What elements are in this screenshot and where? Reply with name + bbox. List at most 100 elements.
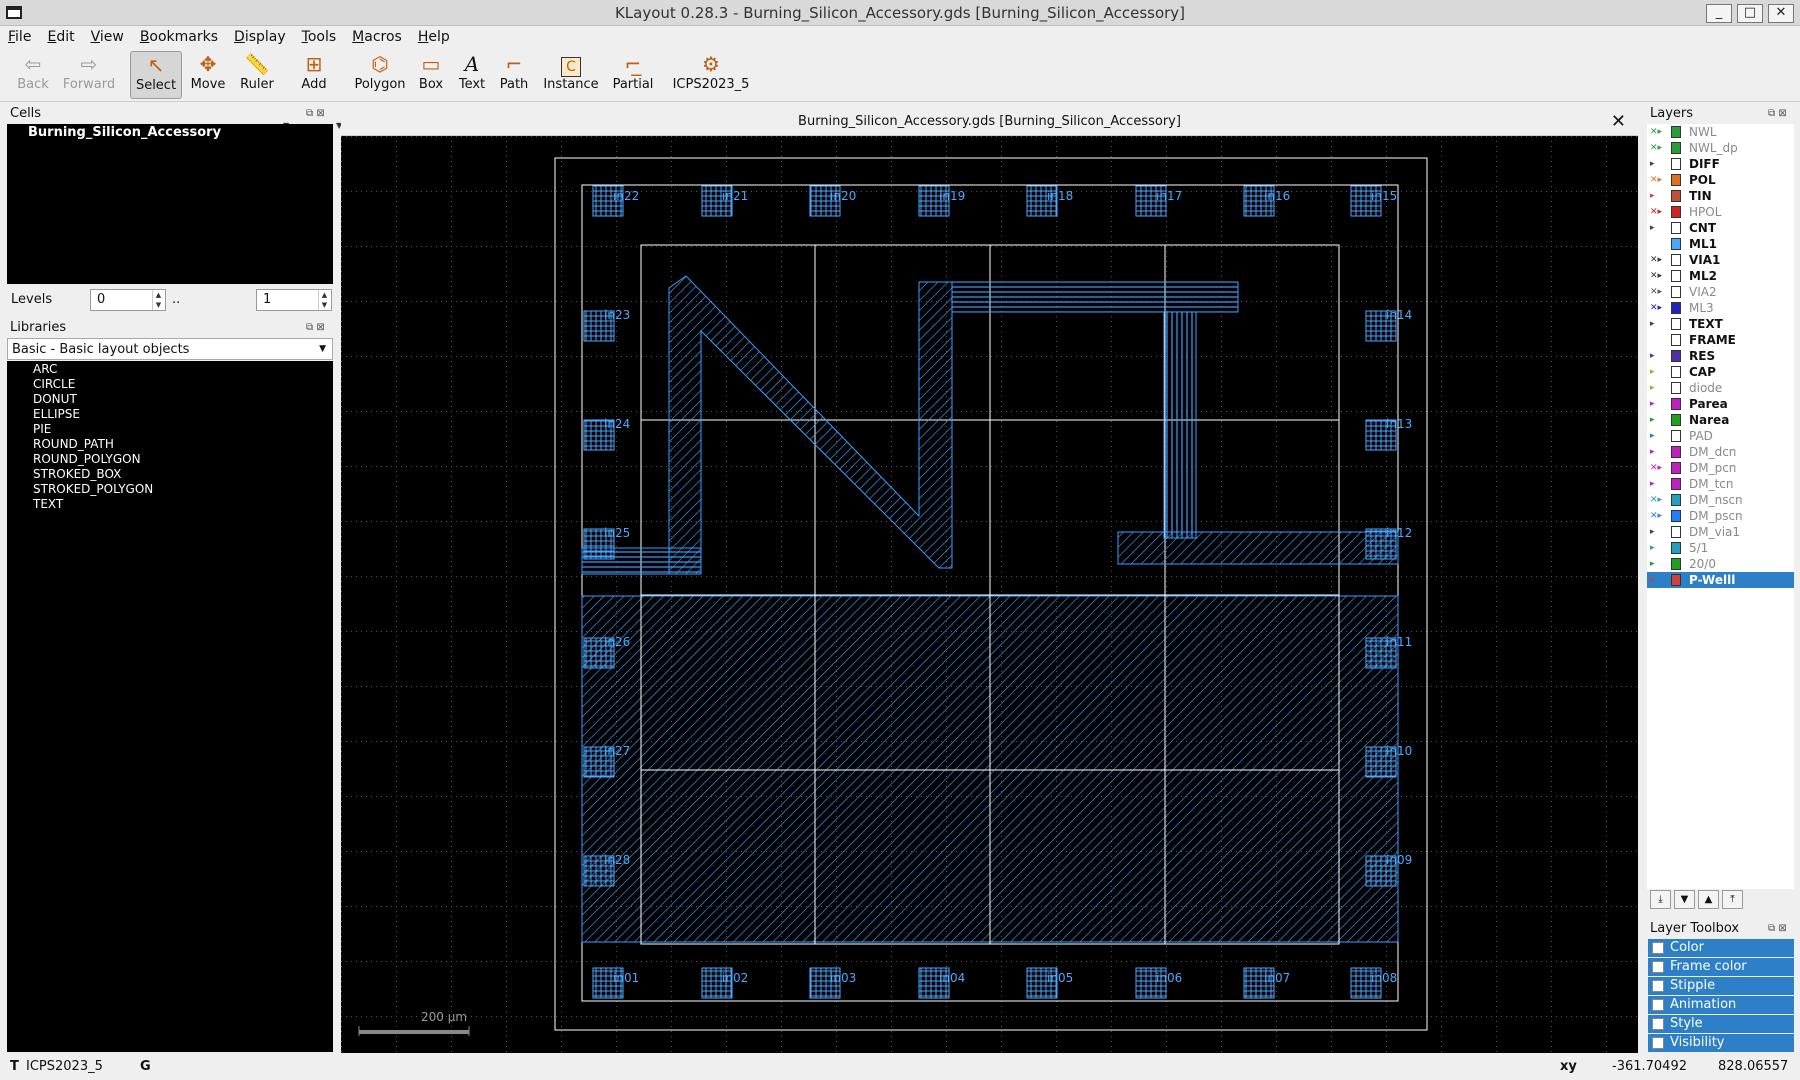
layer-visibility-icon[interactable]: ▸ <box>1650 524 1668 540</box>
move-bottom-icon[interactable]: ⤓ <box>1650 890 1671 909</box>
layout-canvas[interactable]: in22 in21 in20 in19 in18 in17 in16 in15 in01 in02… <box>341 136 1638 1053</box>
menu-bookmarks[interactable]: Bookmarks <box>132 26 226 45</box>
layer-visibility-icon[interactable]: ✕▸ <box>1650 140 1668 156</box>
spin-arrows-icon[interactable]: ▲ ▼ <box>318 290 330 310</box>
layer-visibility-icon[interactable]: ▸ <box>1650 444 1668 460</box>
layer-visibility-icon[interactable]: ▸ <box>1650 572 1668 588</box>
library-item[interactable]: ROUND_POLYGON <box>7 452 333 467</box>
expand-checkbox-icon[interactable] <box>1652 1037 1664 1049</box>
back-button[interactable]: ⇦ Back <box>10 51 56 99</box>
polygon-tool-button[interactable]: ⌬ Polygon <box>352 51 408 99</box>
layer-row[interactable]: ✕▸ HPOL <box>1647 204 1794 220</box>
library-item[interactable]: STROKED_BOX <box>7 467 333 482</box>
layer-row[interactable]: ✕▸ DM_nscn <box>1647 492 1794 508</box>
layer-visibility-icon[interactable]: ▸ <box>1650 380 1668 396</box>
toolbox-section[interactable]: Color <box>1648 939 1794 957</box>
layer-visibility-icon[interactable]: ✕▸ <box>1650 300 1668 316</box>
layer-visibility-icon[interactable]: ✕▸ <box>1650 204 1668 220</box>
layer-row[interactable]: ▸ DIFF <box>1647 156 1794 172</box>
macro-button[interactable]: ⚙ ICPS2023_5 <box>672 51 750 99</box>
library-item[interactable]: ROUND_PATH <box>7 437 333 452</box>
menu-help[interactable]: Help <box>410 26 458 45</box>
expand-checkbox-icon[interactable] <box>1652 999 1664 1011</box>
layer-row[interactable]: ✕▸ DM_pscn <box>1647 508 1794 524</box>
move-top-icon[interactable]: ⤒ <box>1722 890 1743 909</box>
add-button[interactable]: ⊞ Add <box>292 51 336 99</box>
layer-row[interactable]: ▸ TEXT <box>1647 316 1794 332</box>
close-layout-icon[interactable]: ✕ <box>1611 111 1626 132</box>
layer-visibility-icon[interactable]: ▸ <box>1650 396 1668 412</box>
layer-row[interactable]: ▸ DM_dcn <box>1647 444 1794 460</box>
partial-tool-button[interactable]: ⌐̲ Partial <box>610 51 656 99</box>
layer-visibility-icon[interactable]: ▸ <box>1650 156 1668 172</box>
instance-tool-button[interactable]: C Instance <box>540 51 602 99</box>
layer-row[interactable]: ML1 <box>1647 236 1794 252</box>
move-tool-button[interactable]: ✥ Move <box>186 51 230 99</box>
layer-visibility-icon[interactable]: ✕▸ <box>1650 268 1668 284</box>
library-item[interactable]: TEXT <box>7 497 333 512</box>
layer-row[interactable]: ▸ CAP <box>1647 364 1794 380</box>
layer-visibility-icon[interactable]: ▸ <box>1650 428 1668 444</box>
expand-checkbox-icon[interactable] <box>1652 980 1664 992</box>
menu-edit[interactable]: Edit <box>39 26 82 45</box>
layer-row[interactable]: ▸ CNT <box>1647 220 1794 236</box>
select-tool-button[interactable]: ↖ Select <box>130 51 182 99</box>
cells-panel-float-close-icon[interactable]: ⧉ ⊠ <box>306 108 325 119</box>
expand-checkbox-icon[interactable] <box>1652 942 1664 954</box>
layer-visibility-icon[interactable]: ▸ <box>1650 188 1668 204</box>
menu-tools[interactable]: Tools <box>294 26 345 45</box>
library-item[interactable]: CIRCLE <box>7 377 333 392</box>
library-item[interactable]: ELLIPSE <box>7 407 333 422</box>
layer-visibility-icon[interactable]: ▸ <box>1650 540 1668 556</box>
move-down-icon[interactable]: ▼ <box>1674 890 1695 909</box>
layer-visibility-icon[interactable]: ▸ <box>1650 412 1668 428</box>
layer-row[interactable]: ▸ 20/0 <box>1647 556 1794 572</box>
layer-row[interactable]: ✕▸ NWL <box>1647 124 1794 140</box>
toolbox-section[interactable]: Stipple <box>1648 977 1794 995</box>
expand-checkbox-icon[interactable] <box>1652 1018 1664 1030</box>
layer-row[interactable]: ▸ RES <box>1647 348 1794 364</box>
layer-row[interactable]: ✕▸ ML2 <box>1647 268 1794 284</box>
layer-row[interactable]: ▸ DM_tcn <box>1647 476 1794 492</box>
layer-row[interactable]: ▸ Narea <box>1647 412 1794 428</box>
menu-display[interactable]: Display <box>226 26 294 45</box>
layer-visibility-icon[interactable]: ✕▸ <box>1650 460 1668 476</box>
layer-row[interactable]: ✕▸ NWL_dp <box>1647 140 1794 156</box>
library-item[interactable]: DONUT <box>7 392 333 407</box>
layer-visibility-icon[interactable]: ▸ <box>1650 364 1668 380</box>
layer-row[interactable]: ✕▸ VIA1 <box>1647 252 1794 268</box>
layer-row[interactable]: ▸ TIN <box>1647 188 1794 204</box>
layer-row[interactable]: ✕▸ ML3 <box>1647 300 1794 316</box>
layer-row[interactable]: ▸ diode <box>1647 380 1794 396</box>
layer-visibility-icon[interactable]: ✕▸ <box>1650 492 1668 508</box>
layer-row[interactable]: ✕▸ POL <box>1647 172 1794 188</box>
toolbox-section[interactable]: Frame color <box>1648 958 1794 976</box>
layer-row[interactable]: ✕▸ DM_pcn <box>1647 460 1794 476</box>
levels-to-spinbox[interactable]: 1 ▲ ▼ <box>256 289 332 311</box>
ruler-tool-button[interactable]: 📏 Ruler <box>234 51 280 99</box>
menu-view[interactable]: View <box>83 26 132 45</box>
library-item[interactable]: STROKED_POLYGON <box>7 482 333 497</box>
layer-visibility-icon[interactable]: ▸ <box>1650 316 1668 332</box>
move-up-icon[interactable]: ▲ <box>1698 890 1719 909</box>
layers-panel-float-close-icon[interactable]: ⧉ ⊠ <box>1768 108 1787 119</box>
levels-from-spinbox[interactable]: 0 ▲ ▼ <box>90 289 166 311</box>
layer-row[interactable]: ▸ P-Welll <box>1647 572 1794 588</box>
path-tool-button[interactable]: ⌐ Path <box>494 51 534 99</box>
layer-visibility-icon[interactable]: ▸ <box>1650 556 1668 572</box>
cell-item[interactable]: Burning_Silicon_Accessory <box>7 124 333 140</box>
layer-row[interactable]: ▸ Parea <box>1647 396 1794 412</box>
library-item[interactable]: ARC <box>7 362 333 377</box>
forward-button[interactable]: ⇨ Forward <box>60 51 118 99</box>
layer-visibility-icon[interactable]: ▸ <box>1650 220 1668 236</box>
layer-row[interactable]: ▸ PAD <box>1647 428 1794 444</box>
layer-row[interactable]: ✕▸ VIA2 <box>1647 284 1794 300</box>
maximize-button[interactable]: □ <box>1737 4 1763 23</box>
minimize-button[interactable]: _ <box>1706 4 1732 23</box>
library-item[interactable]: PIE <box>7 422 333 437</box>
layer-row[interactable]: ▸ DM_via1 <box>1647 524 1794 540</box>
layer-visibility-icon[interactable]: ✕▸ <box>1650 284 1668 300</box>
text-tool-button[interactable]: A Text <box>454 51 490 99</box>
layer-row[interactable]: ▸ 5/1 <box>1647 540 1794 556</box>
layer-row[interactable]: FRAME <box>1647 332 1794 348</box>
